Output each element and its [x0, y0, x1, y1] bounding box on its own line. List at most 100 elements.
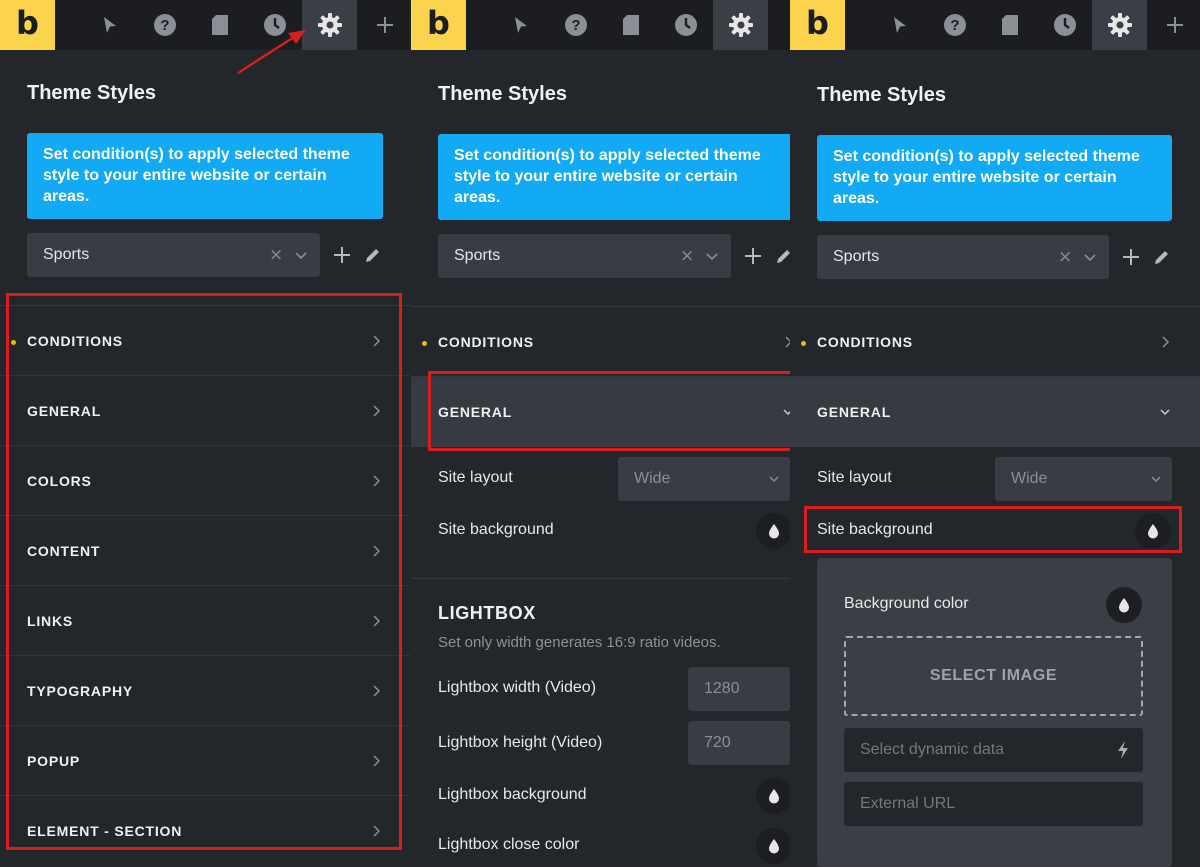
active-conditions-dot — [801, 341, 806, 346]
section-typography[interactable]: TYPOGRAPHY — [0, 656, 410, 726]
lightbox-height-input[interactable]: 720 — [688, 721, 790, 765]
svg-text:?: ? — [950, 17, 959, 34]
svg-text:?: ? — [160, 17, 169, 34]
chevron-right-icon — [373, 755, 381, 767]
site-background-label: Site background — [817, 521, 933, 538]
clear-icon[interactable]: × — [269, 245, 283, 265]
section-general[interactable]: GENERAL — [0, 376, 410, 446]
plus-icon[interactable] — [1147, 0, 1200, 50]
help-icon[interactable]: ? — [548, 0, 603, 50]
chevron-down-icon — [295, 252, 307, 260]
chevron-right-icon — [373, 405, 381, 417]
help-icon[interactable]: ? — [137, 0, 192, 50]
builder-logo[interactable]: b — [0, 0, 55, 50]
lightbox-close-color-button[interactable] — [756, 828, 790, 864]
droplet-icon — [769, 839, 779, 854]
external-url-field[interactable]: External URL — [844, 782, 1143, 826]
page-icon[interactable] — [603, 0, 658, 50]
active-conditions-dot — [422, 341, 427, 346]
builder-logo[interactable]: b — [790, 0, 845, 50]
chevron-down-icon — [769, 476, 779, 483]
droplet-icon — [769, 524, 779, 539]
section-colors[interactable]: COLORS — [0, 446, 410, 516]
history-icon[interactable] — [658, 0, 713, 50]
droplet-icon — [1148, 524, 1158, 539]
lightbox-background-color-button[interactable] — [756, 778, 790, 814]
chevron-right-icon — [1162, 336, 1170, 348]
section-conditions[interactable]: CONDITIONS — [790, 307, 1200, 377]
chevron-right-icon — [373, 475, 381, 487]
add-style-icon[interactable] — [744, 247, 762, 265]
annotation-arrow-icon — [237, 30, 306, 75]
lightbox-description: Set only width generates 16:9 ratio vide… — [438, 634, 721, 651]
theme-styles-panel-2: b ? Theme Styles Set condition(s) to app… — [411, 0, 790, 867]
lightbox-background-label: Lightbox background — [438, 786, 587, 803]
plus-icon[interactable] — [357, 0, 410, 50]
lightbox-title: LIGHTBOX — [438, 603, 536, 623]
divider — [411, 578, 790, 579]
chevron-down-icon — [783, 409, 790, 416]
toolbar: b ? — [790, 0, 1200, 50]
toolbar: b ? — [0, 0, 410, 50]
pointer-icon[interactable] — [872, 0, 927, 50]
edit-style-icon[interactable] — [775, 247, 790, 265]
site-background-color-button[interactable] — [1135, 513, 1171, 549]
site-layout-select[interactable]: Wide — [618, 457, 790, 501]
lightning-icon[interactable] — [1116, 740, 1130, 760]
lightbox-close-color-label: Lightbox close color — [438, 836, 580, 853]
history-icon[interactable] — [1037, 0, 1092, 50]
edit-style-icon[interactable] — [364, 246, 382, 264]
section-general[interactable]: GENERAL — [411, 377, 790, 447]
section-conditions[interactable]: CONDITIONS — [0, 306, 410, 376]
site-layout-label: Site layout — [438, 469, 513, 486]
svg-text:?: ? — [571, 17, 580, 34]
add-style-icon[interactable] — [1122, 248, 1140, 266]
background-color-label: Background color — [844, 595, 969, 612]
section-element-section[interactable]: ELEMENT - SECTION — [0, 796, 410, 866]
section-conditions[interactable]: CONDITIONS — [411, 307, 790, 377]
theme-style-select[interactable]: Sports × — [27, 233, 320, 277]
section-general[interactable]: GENERAL — [790, 377, 1200, 447]
section-links[interactable]: LINKS — [0, 586, 410, 656]
select-image-button[interactable]: SELECT IMAGE — [844, 636, 1143, 716]
conditions-info-banner: Set condition(s) to apply selected theme… — [438, 134, 790, 220]
pointer-icon[interactable] — [82, 0, 137, 50]
site-background-label: Site background — [438, 521, 554, 538]
lightbox-width-input[interactable]: 1280 — [688, 667, 790, 711]
site-background-color-button[interactable] — [756, 513, 790, 549]
chevron-right-icon — [785, 336, 790, 348]
active-conditions-dot — [11, 340, 16, 345]
conditions-info-banner: Set condition(s) to apply selected theme… — [27, 133, 383, 219]
theme-style-select[interactable]: Sports × — [438, 234, 731, 278]
site-layout-select[interactable]: Wide — [995, 457, 1172, 501]
toolbar: b ? — [411, 0, 790, 50]
chevron-right-icon — [373, 545, 381, 557]
dynamic-data-field[interactable]: Select dynamic data — [844, 728, 1143, 772]
site-background-popover: Background color SELECT IMAGE Select dyn… — [817, 558, 1172, 867]
settings-icon[interactable] — [302, 0, 357, 50]
droplet-icon — [1119, 598, 1129, 613]
chevron-right-icon — [373, 685, 381, 697]
edit-style-icon[interactable] — [1153, 248, 1171, 266]
clear-icon[interactable]: × — [1058, 247, 1072, 267]
help-icon[interactable]: ? — [927, 0, 982, 50]
site-layout-label: Site layout — [817, 469, 892, 486]
chevron-down-icon — [1084, 254, 1096, 262]
page-title: Theme Styles — [438, 83, 567, 105]
page-icon[interactable] — [982, 0, 1037, 50]
chevron-down-icon — [706, 253, 718, 261]
theme-styles-panel-3: b ? Theme Styles Set condition(s) to app… — [790, 0, 1200, 867]
clear-icon[interactable]: × — [680, 246, 694, 266]
chevron-right-icon — [373, 825, 381, 837]
background-color-picker-button[interactable] — [1106, 587, 1142, 623]
builder-logo[interactable]: b — [411, 0, 466, 50]
droplet-icon — [769, 789, 779, 804]
pointer-icon[interactable] — [493, 0, 548, 50]
conditions-info-banner: Set condition(s) to apply selected theme… — [817, 135, 1172, 221]
settings-icon[interactable] — [1092, 0, 1147, 50]
theme-style-select[interactable]: Sports × — [817, 235, 1109, 279]
section-content[interactable]: CONTENT — [0, 516, 410, 586]
add-style-icon[interactable] — [333, 246, 351, 264]
section-popup[interactable]: POPUP — [0, 726, 410, 796]
settings-icon[interactable] — [713, 0, 768, 50]
